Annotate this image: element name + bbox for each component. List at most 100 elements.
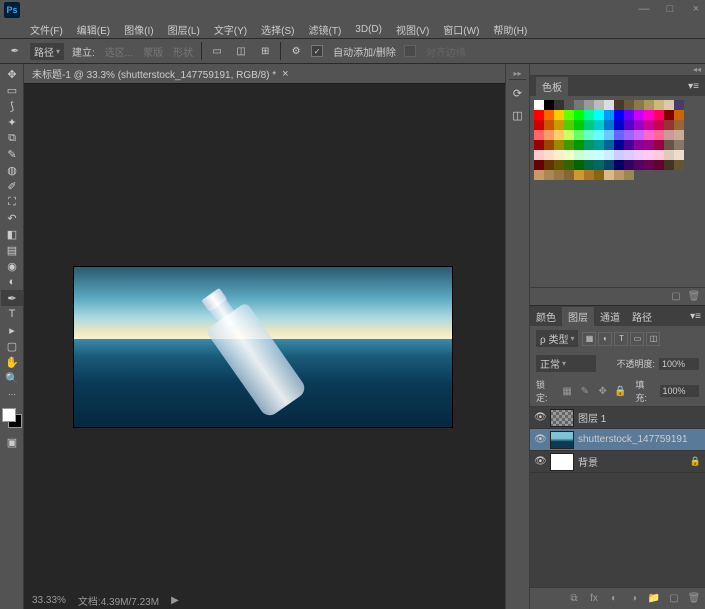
pen-tool-icon[interactable]: ✒ — [6, 42, 24, 60]
swatch[interactable] — [614, 120, 624, 130]
swatch[interactable] — [654, 110, 664, 120]
eyedropper-tool[interactable]: ✎ — [1, 146, 23, 162]
swatch[interactable] — [614, 150, 624, 160]
color-swatches[interactable] — [2, 408, 22, 428]
swatch[interactable] — [644, 160, 654, 170]
layers-menu-icon[interactable]: ▾≡ — [686, 311, 705, 322]
swatch[interactable] — [554, 160, 564, 170]
swatch[interactable] — [644, 130, 654, 140]
swatch[interactable] — [574, 130, 584, 140]
swatch[interactable] — [604, 110, 614, 120]
menu-选择(S)[interactable]: 选择(S) — [255, 20, 300, 39]
swatch[interactable] — [624, 110, 634, 120]
swatch[interactable] — [644, 120, 654, 130]
history-brush-tool[interactable]: ↶ — [1, 210, 23, 226]
swatch[interactable] — [544, 110, 554, 120]
menu-编辑(E)[interactable]: 编辑(E) — [71, 20, 116, 39]
swatch[interactable] — [634, 120, 644, 130]
swatch[interactable] — [624, 130, 634, 140]
swatch[interactable] — [674, 150, 684, 160]
tool-mode-dropdown[interactable]: 路径 ▾ — [30, 43, 64, 60]
build-selection[interactable]: 选区... — [103, 44, 135, 59]
swatch[interactable] — [664, 100, 674, 110]
swatch[interactable] — [634, 140, 644, 150]
swatch[interactable] — [624, 160, 634, 170]
swatch[interactable] — [584, 110, 594, 120]
swatch[interactable] — [564, 160, 574, 170]
swatch[interactable] — [674, 120, 684, 130]
status-arrow-icon[interactable]: ▶ — [171, 595, 179, 606]
edit-toolbar[interactable]: ⋯ — [1, 386, 23, 402]
swatch[interactable] — [594, 110, 604, 120]
menu-文件(F)[interactable]: 文件(F) — [24, 20, 69, 39]
tab-颜色[interactable]: 颜色 — [530, 307, 562, 326]
magic-wand-tool[interactable]: ✦ — [1, 114, 23, 130]
swatch[interactable] — [584, 130, 594, 140]
delete-swatch-icon[interactable]: 🗑 — [687, 290, 701, 304]
menu-窗口(W)[interactable]: 窗口(W) — [437, 20, 485, 39]
swatch[interactable] — [584, 160, 594, 170]
lasso-tool[interactable]: ⟆ — [1, 98, 23, 114]
pen-tool[interactable]: ✒ — [1, 290, 23, 306]
swatch[interactable] — [594, 150, 604, 160]
swatch[interactable] — [604, 160, 614, 170]
swatch[interactable] — [574, 170, 584, 180]
layer-name[interactable]: 图层 1 — [578, 410, 701, 425]
type-tool[interactable]: T — [1, 306, 23, 322]
dodge-tool[interactable]: ◐ — [1, 274, 23, 290]
swatch[interactable] — [584, 150, 594, 160]
swatch[interactable] — [574, 110, 584, 120]
lock-pixels-icon[interactable]: ✎ — [578, 384, 592, 398]
menu-3D(D)[interactable]: 3D(D) — [349, 22, 388, 37]
menu-文字(Y)[interactable]: 文字(Y) — [208, 20, 253, 39]
clone-stamp-tool[interactable]: ⛶ — [1, 194, 23, 210]
swatch[interactable] — [674, 100, 684, 110]
swatch[interactable] — [594, 140, 604, 150]
doc-info[interactable]: 文档:4.39M/7.23M — [78, 593, 159, 608]
foreground-color[interactable] — [2, 408, 16, 422]
path-op-3-icon[interactable]: ⊞ — [256, 42, 274, 60]
swatch[interactable] — [624, 150, 634, 160]
layer-fx-icon[interactable]: fx — [587, 592, 601, 606]
swatch[interactable] — [554, 100, 564, 110]
layer-filter-kind[interactable]: ρ 类型 ▾ — [536, 330, 578, 347]
swatch[interactable] — [644, 110, 654, 120]
tab-图层[interactable]: 图层 — [562, 307, 594, 326]
swatch[interactable] — [634, 130, 644, 140]
swatch[interactable] — [534, 140, 544, 150]
swatch[interactable] — [544, 100, 554, 110]
swatch[interactable] — [594, 120, 604, 130]
close-button[interactable]: × — [689, 2, 703, 16]
swatch[interactable] — [534, 160, 544, 170]
visibility-icon[interactable]: 👁 — [534, 434, 546, 446]
lock-transparency-icon[interactable]: ▦ — [560, 384, 574, 398]
link-layers-icon[interactable]: ⧉ — [567, 592, 581, 606]
swatch[interactable] — [654, 150, 664, 160]
hand-tool[interactable]: ✋ — [1, 354, 23, 370]
eraser-tool[interactable]: ◧ — [1, 226, 23, 242]
zoom-level[interactable]: 33.33% — [32, 595, 66, 606]
panel-collapse[interactable]: ◂◂ — [530, 64, 705, 76]
swatch[interactable] — [604, 100, 614, 110]
swatch[interactable] — [624, 100, 634, 110]
swatch[interactable] — [544, 170, 554, 180]
adjustment-layer-icon[interactable]: ◑ — [627, 592, 641, 606]
maximize-button[interactable]: □ — [663, 2, 677, 16]
swatch[interactable] — [594, 130, 604, 140]
swatch[interactable] — [654, 160, 664, 170]
menu-视图(V)[interactable]: 视图(V) — [390, 20, 435, 39]
brush-tool[interactable]: ✐ — [1, 178, 23, 194]
move-tool[interactable]: ✥ — [1, 66, 23, 82]
swatch[interactable] — [654, 120, 664, 130]
swatch[interactable] — [554, 170, 564, 180]
swatch[interactable] — [544, 160, 554, 170]
path-op-1-icon[interactable]: ▭ — [208, 42, 226, 60]
swatch[interactable] — [624, 120, 634, 130]
menu-帮助(H)[interactable]: 帮助(H) — [487, 20, 533, 39]
swatch[interactable] — [604, 130, 614, 140]
swatch[interactable] — [554, 140, 564, 150]
swatch[interactable] — [654, 140, 664, 150]
close-tab-icon[interactable]: × — [282, 68, 288, 80]
swatch[interactable] — [624, 140, 634, 150]
tab-路径[interactable]: 路径 — [626, 307, 658, 326]
